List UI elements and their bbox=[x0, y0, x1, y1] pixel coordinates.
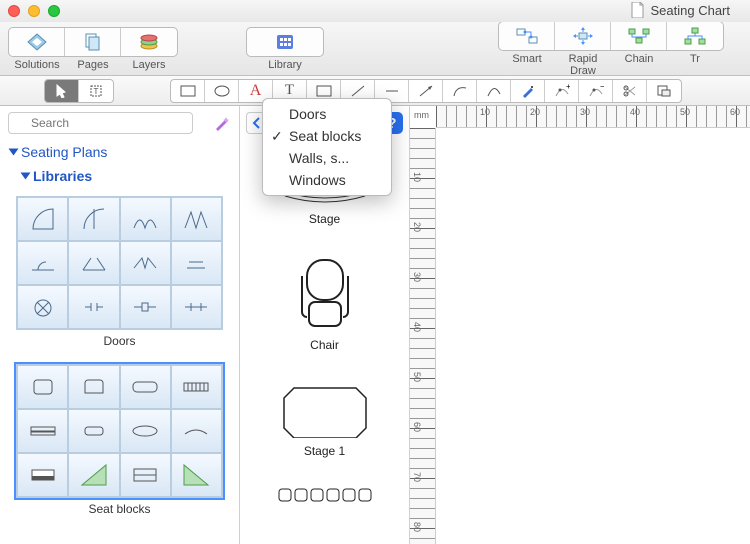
library-grid-doors[interactable] bbox=[16, 196, 223, 330]
rapid-draw-button[interactable] bbox=[555, 22, 611, 50]
window-controls bbox=[8, 5, 60, 17]
door-shape[interactable] bbox=[120, 197, 171, 241]
toolbar-group-left: Solutions Pages Layers bbox=[8, 27, 178, 71]
svg-text:T: T bbox=[94, 87, 99, 96]
selection-tools: T bbox=[44, 79, 114, 103]
layers-label: Layers bbox=[121, 59, 177, 71]
dropdown-item-walls[interactable]: Walls, s... bbox=[263, 147, 391, 169]
dropdown-item-seat-blocks[interactable]: Seat blocks bbox=[263, 125, 391, 147]
door-shape[interactable] bbox=[120, 241, 171, 285]
seat-shape[interactable] bbox=[120, 409, 171, 453]
shape-preview-stage1[interactable]: Stage 1 bbox=[280, 380, 370, 458]
seat-shape[interactable] bbox=[120, 365, 171, 409]
chain-label: Chain bbox=[611, 53, 667, 77]
shape-preview-seats-row[interactable] bbox=[275, 486, 375, 504]
toolbar-group-library: Library bbox=[246, 27, 324, 71]
search-box bbox=[8, 112, 207, 134]
node-add-tool[interactable]: + bbox=[545, 80, 579, 102]
sidebar: Seating Plans Libraries Doors bbox=[0, 106, 240, 544]
toolbar-group-right: Smart Rapid Draw Chain Tr bbox=[498, 21, 724, 77]
window-title: Seating Chart bbox=[631, 2, 731, 18]
drawing-canvas[interactable] bbox=[436, 128, 750, 544]
seat-shape[interactable] bbox=[171, 365, 222, 409]
solutions-button[interactable] bbox=[9, 28, 65, 56]
seat-shape[interactable] bbox=[120, 453, 171, 497]
tree-button[interactable] bbox=[667, 22, 723, 50]
dropdown-item-doors[interactable]: Doors bbox=[263, 103, 391, 125]
zoom-window-button[interactable] bbox=[48, 5, 60, 17]
library-label-doors: Doors bbox=[0, 334, 239, 348]
pen-tool[interactable] bbox=[511, 80, 545, 102]
marquee-tool[interactable]: T bbox=[79, 80, 113, 102]
document-title: Seating Chart bbox=[651, 3, 731, 18]
curve-sm-tool[interactable] bbox=[443, 80, 477, 102]
rapid-draw-label: Rapid Draw bbox=[555, 53, 611, 77]
horizontal-ruler[interactable]: 10 20 30 40 50 60 bbox=[436, 106, 750, 128]
door-shape[interactable] bbox=[120, 285, 171, 329]
compound-tool[interactable] bbox=[647, 80, 681, 102]
wizard-icon[interactable] bbox=[213, 114, 231, 132]
curve-lg-tool[interactable] bbox=[477, 80, 511, 102]
arrow-tool[interactable] bbox=[409, 80, 443, 102]
library-dropdown: Doors Seat blocks Walls, s... Windows bbox=[262, 98, 392, 196]
disclosure-triangle-icon bbox=[21, 173, 31, 180]
library-button[interactable] bbox=[247, 28, 323, 56]
door-shape[interactable] bbox=[171, 241, 222, 285]
door-shape[interactable] bbox=[68, 241, 119, 285]
seat-shape[interactable] bbox=[17, 453, 68, 497]
search-input[interactable] bbox=[8, 112, 193, 134]
library-grid-seat-blocks[interactable] bbox=[16, 364, 223, 498]
rect-tool[interactable] bbox=[171, 80, 205, 102]
smart-button[interactable] bbox=[499, 22, 555, 50]
disclosure-triangle-icon bbox=[9, 149, 19, 156]
layers-button[interactable] bbox=[121, 28, 177, 56]
main-toolbar: Solutions Pages Layers Library bbox=[0, 22, 750, 76]
door-shape[interactable] bbox=[68, 197, 119, 241]
ruler-unit: mm bbox=[414, 110, 429, 120]
close-window-button[interactable] bbox=[8, 5, 20, 17]
door-shape[interactable] bbox=[68, 285, 119, 329]
titlebar: Seating Chart bbox=[0, 0, 750, 22]
svg-text:−: − bbox=[600, 84, 604, 91]
seat-shape[interactable] bbox=[68, 409, 119, 453]
node-del-tool[interactable]: − bbox=[579, 80, 613, 102]
seat-shape[interactable] bbox=[171, 409, 222, 453]
svg-text:+: + bbox=[566, 84, 570, 91]
canvas-area: mm 10 20 30 40 50 60 10 20 30 40 50 60 7… bbox=[410, 106, 750, 544]
pages-button[interactable] bbox=[65, 28, 121, 56]
seat-shape[interactable] bbox=[68, 365, 119, 409]
seat-shape[interactable] bbox=[68, 453, 119, 497]
nav-section[interactable]: Seating Plans bbox=[0, 140, 239, 164]
door-shape[interactable] bbox=[171, 197, 222, 241]
pointer-tool[interactable] bbox=[45, 80, 79, 102]
vertical-ruler[interactable]: 10 20 30 40 50 60 70 80 bbox=[410, 128, 436, 544]
insert-shape-tools: A T + − bbox=[170, 79, 682, 103]
pages-label: Pages bbox=[65, 59, 121, 71]
dropdown-item-windows[interactable]: Windows bbox=[263, 169, 391, 191]
door-shape[interactable] bbox=[171, 285, 222, 329]
door-shape[interactable] bbox=[17, 241, 68, 285]
seat-shape[interactable] bbox=[17, 365, 68, 409]
seat-shape[interactable] bbox=[17, 409, 68, 453]
ellipse-tool[interactable] bbox=[205, 80, 239, 102]
chevron-left-icon bbox=[252, 117, 262, 129]
chain-button[interactable] bbox=[611, 22, 667, 50]
tree-label: Tr bbox=[667, 53, 723, 77]
document-icon bbox=[631, 2, 645, 18]
nav-subsection[interactable]: Libraries bbox=[0, 164, 239, 188]
library-label: Library bbox=[247, 59, 323, 71]
library-label-seat-blocks: Seat blocks bbox=[0, 502, 239, 516]
smart-label: Smart bbox=[499, 53, 555, 77]
door-shape[interactable] bbox=[17, 285, 68, 329]
shape-preview-chair[interactable]: Chair bbox=[289, 254, 361, 352]
door-shape[interactable] bbox=[17, 197, 68, 241]
solutions-label: Solutions bbox=[9, 59, 65, 71]
minimize-window-button[interactable] bbox=[28, 5, 40, 17]
scissor-tool[interactable] bbox=[613, 80, 647, 102]
seat-shape[interactable] bbox=[171, 453, 222, 497]
